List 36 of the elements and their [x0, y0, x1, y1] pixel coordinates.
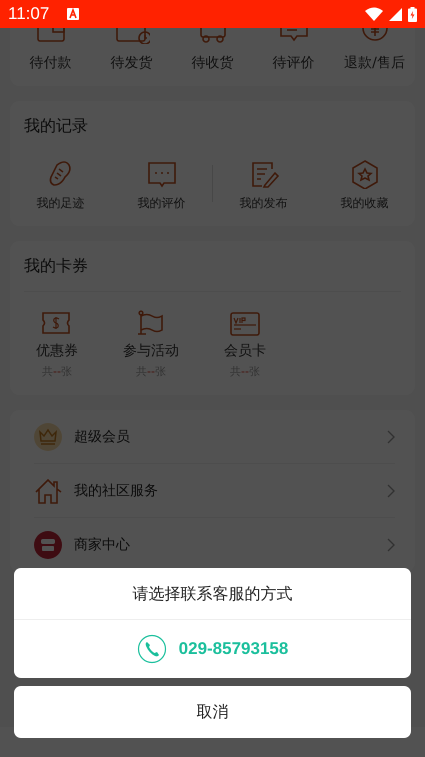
- menu-row[interactable]: 超级会员: [34, 410, 395, 464]
- chevron-right-icon: [387, 430, 395, 444]
- record-label[interactable]: 我的足迹: [36, 195, 84, 212]
- house-icon: [34, 476, 62, 504]
- chevron-right-icon: [387, 538, 395, 552]
- section-title: 我的卡券: [23, 255, 89, 277]
- comment-icon: [146, 159, 178, 189]
- order-label[interactable]: 待发货: [110, 54, 152, 72]
- menu-label: 超级会员: [74, 428, 131, 446]
- coupon-label[interactable]: 优惠券: [36, 342, 78, 360]
- order-label[interactable]: 待收货: [192, 54, 234, 72]
- coupon-label[interactable]: 会员卡: [224, 342, 266, 360]
- chevron-right-icon: [387, 484, 395, 498]
- coupon-label[interactable]: 参与活动: [123, 342, 179, 360]
- notification-icon: [67, 8, 80, 20]
- status-time: 11:07: [8, 4, 50, 24]
- section-title: 我的记录: [23, 115, 89, 137]
- menu-label: 商家中心: [74, 536, 131, 554]
- wifi-icon: [365, 7, 383, 21]
- phone-button[interactable]: 029-85793158: [14, 620, 411, 678]
- menu-label: 我的社区服务: [74, 482, 159, 500]
- order-label[interactable]: 待评价: [272, 54, 314, 72]
- vip-card-icon: [229, 310, 261, 338]
- record-label[interactable]: 我的发布: [240, 195, 288, 212]
- order-label[interactable]: 退款/售后: [344, 54, 405, 72]
- menu-row[interactable]: 我的社区服务: [34, 464, 395, 518]
- record-label[interactable]: 我的评价: [138, 195, 186, 212]
- order-label[interactable]: 待付款: [30, 54, 72, 72]
- battery-icon: [408, 6, 417, 22]
- crown-icon: [34, 422, 62, 450]
- cancel-button[interactable]: 取消: [14, 686, 411, 738]
- dialog-title: 请选择联系客服的方式: [14, 568, 411, 620]
- signal-icon: [389, 8, 402, 20]
- record-label[interactable]: 我的收藏: [340, 195, 388, 212]
- phone-icon: [136, 634, 167, 664]
- shop-icon: [34, 530, 62, 558]
